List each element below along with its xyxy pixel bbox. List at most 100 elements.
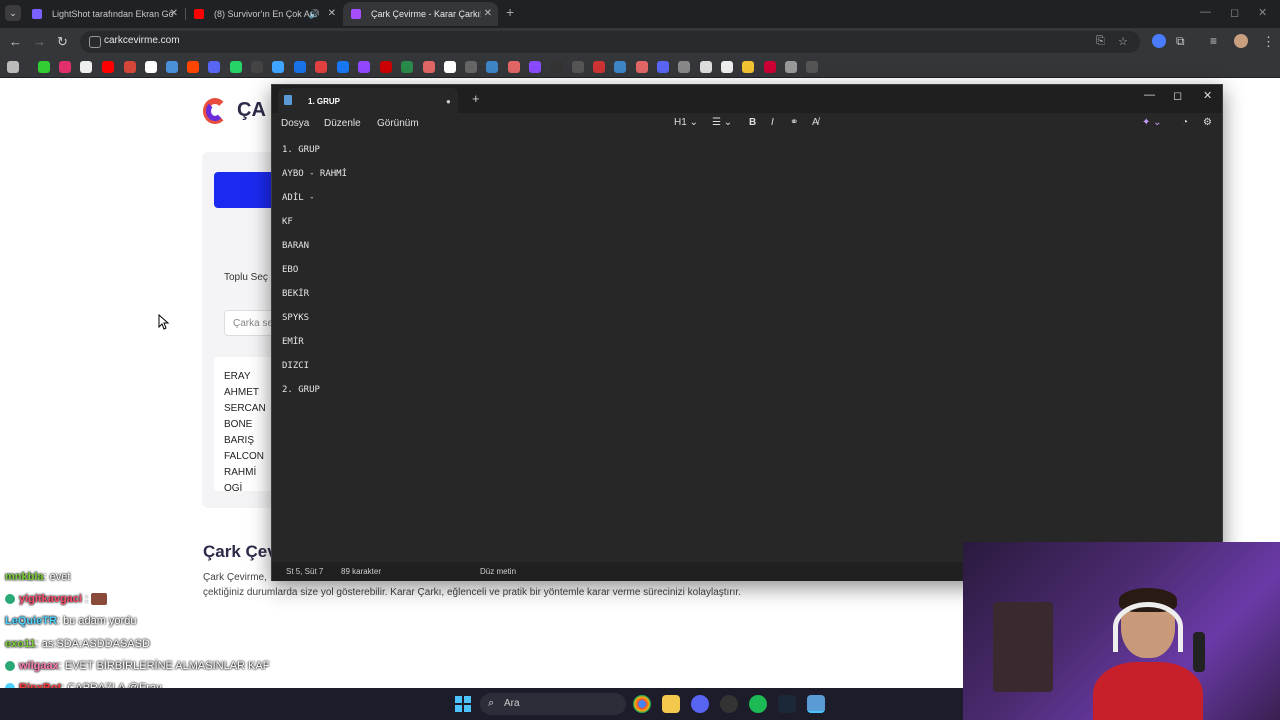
bookmark-site-icon[interactable] xyxy=(572,61,584,73)
puzzle-icon[interactable]: ⧉ xyxy=(1176,34,1185,49)
url-omnibox[interactable]: carkcevirme.com ⎘ ☆ xyxy=(80,31,1140,53)
bookmark-reddit-icon[interactable] xyxy=(187,61,199,73)
tab-search-button[interactable]: ⌄ xyxy=(5,5,21,21)
list-item[interactable]: BONE xyxy=(224,419,252,430)
list-item[interactable]: OGİ xyxy=(224,483,242,491)
forward-arrow-icon[interactable]: → xyxy=(33,34,46,49)
bookmark-site-icon[interactable] xyxy=(294,61,306,73)
bookmark-instagram-icon[interactable] xyxy=(59,61,71,73)
bookmark-youtube-icon[interactable] xyxy=(102,61,114,73)
bookmark-site-icon[interactable] xyxy=(315,61,327,73)
close-window-icon[interactable]: ✕ xyxy=(1203,89,1212,102)
bookmark-facebook-icon[interactable] xyxy=(337,61,349,73)
list-item[interactable]: AHMET xyxy=(224,387,259,398)
bookmark-site-icon[interactable] xyxy=(636,61,648,73)
bookmark-gmail-icon[interactable] xyxy=(124,61,136,73)
bookmark-site-icon[interactable] xyxy=(486,61,498,73)
bold-icon[interactable]: B xyxy=(749,117,756,128)
discord-icon[interactable] xyxy=(691,695,709,713)
clear-format-icon[interactable]: A̸ xyxy=(812,117,819,128)
bookmark-kick-icon[interactable] xyxy=(38,61,50,73)
bookmark-google-icon[interactable] xyxy=(145,61,157,73)
menu-file[interactable]: Dosya xyxy=(281,118,309,129)
tab-close-icon[interactable]: ✕ xyxy=(170,2,178,26)
bookmark-site-icon[interactable] xyxy=(785,61,797,73)
bookmark-site-icon[interactable] xyxy=(251,61,263,73)
italic-icon[interactable]: I xyxy=(771,117,774,128)
profile-avatar[interactable] xyxy=(1234,34,1248,48)
file-explorer-icon[interactable] xyxy=(662,695,680,713)
bookmark-site-icon[interactable] xyxy=(678,61,690,73)
notepad-taskbar-icon[interactable] xyxy=(807,695,825,713)
bookmark-twitch-icon[interactable] xyxy=(358,61,370,73)
reading-list-icon[interactable]: ≡ xyxy=(1210,34,1217,48)
bookmark-site-icon[interactable] xyxy=(721,61,733,73)
taskbar-search[interactable]: ⌕ Ara xyxy=(480,693,626,715)
notepad-tab[interactable]: 1. GRUP ● xyxy=(278,88,458,113)
bookmark-site-icon[interactable] xyxy=(423,61,435,73)
menu-edit[interactable]: Düzenle xyxy=(324,118,361,129)
bookmark-site-icon[interactable] xyxy=(465,61,477,73)
apps-grid-icon[interactable] xyxy=(7,61,19,73)
list-item[interactable]: FALCON xyxy=(224,451,264,462)
bookmark-site-icon[interactable] xyxy=(700,61,712,73)
tab-close-icon[interactable]: ✕ xyxy=(484,2,492,26)
bookmark-site-icon[interactable] xyxy=(614,61,626,73)
browser-tab-cark[interactable]: Çark Çevirme - Karar Çarkı! ✕ xyxy=(343,2,498,26)
bookmark-site-icon[interactable] xyxy=(742,61,754,73)
back-arrow-icon[interactable]: ← xyxy=(9,34,22,49)
chrome-icon[interactable] xyxy=(633,695,651,713)
menu-view[interactable]: Görünüm xyxy=(377,118,419,129)
list-item[interactable]: BARIŞ xyxy=(224,435,254,446)
bookmark-site-icon[interactable] xyxy=(529,61,541,73)
maximize-icon[interactable]: ◻ xyxy=(1230,6,1239,19)
maximize-icon[interactable]: ◻ xyxy=(1173,89,1182,102)
link-icon[interactable]: ⚭ xyxy=(790,117,798,128)
bookmark-site-icon[interactable] xyxy=(593,61,605,73)
account-icon[interactable]: ◔ xyxy=(1182,117,1188,128)
unsaved-dot-icon[interactable]: ● xyxy=(446,97,451,106)
bookmark-site-icon[interactable] xyxy=(508,61,520,73)
copilot-icon[interactable]: ✦ ⌄ xyxy=(1142,117,1162,128)
kebab-menu-icon[interactable]: ⋮ xyxy=(1262,34,1275,50)
browser-tab-youtube[interactable]: (8) Survivor'ın En Çok Aranan 🔊 ✕ xyxy=(186,2,342,26)
settings-gear-icon[interactable]: ⚙ xyxy=(1203,117,1212,128)
bookmark-site-icon[interactable] xyxy=(166,61,178,73)
minimize-icon[interactable]: — xyxy=(1200,6,1211,18)
steam-icon[interactable] xyxy=(778,695,796,713)
site-info-icon[interactable] xyxy=(89,36,101,48)
obs-icon[interactable] xyxy=(720,695,738,713)
bookmark-site-icon[interactable] xyxy=(272,61,284,73)
reload-icon[interactable]: ↻ xyxy=(57,34,68,50)
minimize-icon[interactable]: — xyxy=(1144,89,1155,101)
bookmark-site-icon[interactable] xyxy=(401,61,413,73)
list-item[interactable]: RAHMİ xyxy=(224,467,256,478)
list-icon[interactable]: ☰ ⌄ xyxy=(712,117,732,128)
bookmark-x-icon[interactable] xyxy=(80,61,92,73)
extension-icon[interactable] xyxy=(1152,34,1166,48)
new-tab-plus-icon[interactable]: + xyxy=(472,91,480,106)
spotify-icon[interactable] xyxy=(749,695,767,713)
tab-close-icon[interactable]: ✕ xyxy=(328,2,336,26)
browser-tab-lightshot[interactable]: LightShot tarafından Ekran Görüntüsü ✕ xyxy=(24,2,184,26)
close-window-icon[interactable]: ✕ xyxy=(1258,6,1267,19)
install-app-icon[interactable]: ⎘ xyxy=(1096,35,1105,48)
bookmark-site-icon[interactable] xyxy=(806,61,818,73)
list-item[interactable]: ERAY xyxy=(224,371,251,382)
heading-select[interactable]: H1 ⌄ xyxy=(674,117,698,128)
cursor-position[interactable]: St 5, Süt 7 xyxy=(286,567,323,576)
bookmark-whatsapp-icon[interactable] xyxy=(230,61,242,73)
text-format[interactable]: Düz metin xyxy=(480,567,516,576)
list-item[interactable]: SERCAN xyxy=(224,403,266,414)
speaker-icon[interactable]: 🔊 xyxy=(309,2,320,26)
new-tab-plus-icon[interactable]: + xyxy=(506,4,514,20)
chat-username: exo11 xyxy=(5,638,36,650)
bookmark-site-icon[interactable] xyxy=(657,61,669,73)
bookmark-site-icon[interactable] xyxy=(551,61,563,73)
bookmark-site-icon[interactable] xyxy=(380,61,392,73)
bookmark-site-icon[interactable] xyxy=(444,61,456,73)
bookmark-site-icon[interactable] xyxy=(764,61,776,73)
bookmark-site-icon[interactable] xyxy=(208,61,220,73)
start-windows-icon[interactable] xyxy=(455,696,471,712)
bookmark-star-icon[interactable]: ☆ xyxy=(1118,35,1128,48)
